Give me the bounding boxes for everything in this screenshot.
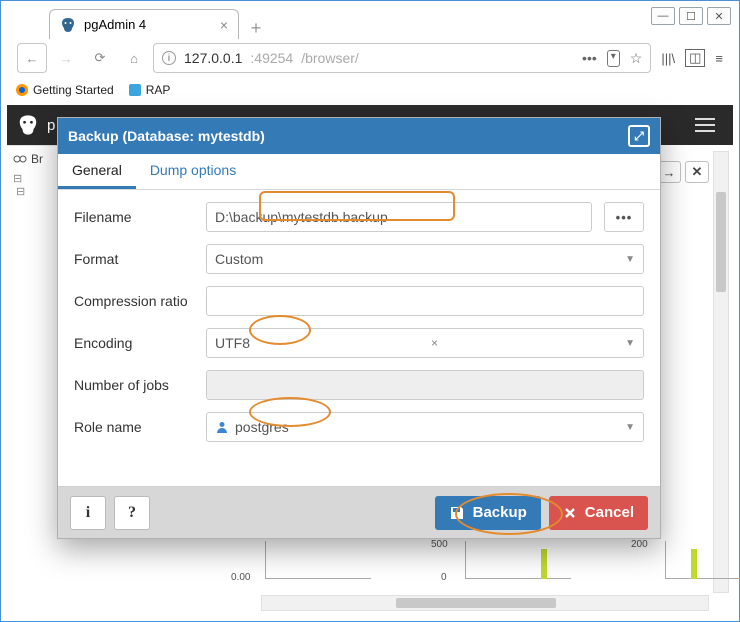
reader-mode-icon[interactable]: ▾ (607, 50, 620, 67)
clear-encoding-icon[interactable]: × (431, 336, 444, 350)
format-select[interactable]: Custom ▼ (206, 244, 644, 274)
bookmark-label: Getting Started (33, 83, 114, 97)
chevron-down-icon: ▼ (625, 254, 635, 265)
user-icon (215, 420, 229, 434)
rap-icon (128, 83, 142, 97)
pgadmin-title-clip: p (47, 117, 55, 134)
browser-panel-title: Br (31, 152, 43, 166)
bookmark-star-icon[interactable]: ☆ (630, 50, 643, 67)
home-button[interactable]: ⌂ (119, 43, 149, 73)
browser-tab-title: pgAdmin 4 (84, 17, 146, 32)
cancel-button[interactable]: Cancel (549, 496, 648, 530)
sidebar-icon[interactable]: ◫ (685, 49, 705, 67)
close-tab-icon[interactable]: × (220, 17, 228, 33)
bookmark-rap[interactable]: RAP (128, 83, 171, 97)
filename-value: D:\backup\mytestdb.backup (215, 209, 388, 225)
app-menu-icon[interactable]: ≡ (715, 51, 723, 66)
vertical-scrollbar[interactable] (713, 151, 729, 593)
backup-dialog: Backup (Database: mytestdb) ⤢ General Du… (57, 117, 661, 539)
firefox-icon (15, 83, 29, 97)
horizontal-scrollbar[interactable] (261, 595, 709, 611)
dashboard-charts: 0.00 500 0 200 (231, 541, 689, 591)
browse-file-button[interactable]: ••• (604, 202, 644, 232)
url-port: :49254 (250, 50, 293, 66)
new-tab-button[interactable]: + (243, 17, 269, 39)
format-value: Custom (215, 251, 263, 267)
pgadmin-logo-icon (17, 114, 39, 136)
chart-tick: 0.00 (231, 572, 250, 583)
pgadmin-favicon-icon (60, 17, 76, 33)
chevron-down-icon: ▼ (625, 422, 635, 433)
jobs-input (206, 370, 644, 400)
encoding-value: UTF8 (215, 335, 250, 351)
binoculars-icon (13, 152, 27, 166)
url-more-icon[interactable]: ••• (582, 50, 597, 67)
filename-label: Filename (74, 209, 200, 225)
chart-tick: 0 (441, 572, 447, 583)
chart-tick: 200 (631, 539, 648, 550)
expand-dialog-icon[interactable]: ⤢ (628, 125, 650, 147)
url-path: /browser/ (301, 50, 359, 66)
reload-button[interactable]: ⟳ (85, 43, 115, 73)
help-button[interactable]: ? (114, 496, 150, 530)
bookmark-label: RAP (146, 83, 171, 97)
bookmark-getting-started[interactable]: Getting Started (15, 83, 114, 97)
backup-button-label: Backup (473, 504, 527, 521)
jobs-label: Number of jobs (74, 377, 200, 393)
tab-dump-options[interactable]: Dump options (136, 154, 250, 189)
role-select[interactable]: postgres ▼ (206, 412, 644, 442)
encoding-label: Encoding (74, 335, 200, 351)
address-bar[interactable]: i 127.0.0.1 :49254/browser/ ••• ▾ ☆ (153, 43, 651, 73)
browser-tab-active[interactable]: pgAdmin 4 × (49, 9, 239, 39)
cancel-button-label: Cancel (585, 504, 634, 521)
filename-input[interactable]: D:\backup\mytestdb.backup (206, 202, 592, 232)
role-value: postgres (235, 419, 289, 435)
tab-general[interactable]: General (58, 154, 136, 189)
window-maximize[interactable]: ☐ (679, 7, 703, 25)
chevron-down-icon: ▼ (625, 338, 635, 349)
nav-forward-button: → (51, 43, 81, 73)
nav-back-button[interactable]: ← (17, 43, 47, 73)
format-label: Format (74, 251, 200, 267)
dialog-title: Backup (Database: mytestdb) (68, 128, 265, 144)
close-icon (563, 506, 577, 520)
role-label: Role name (74, 419, 200, 435)
encoding-select[interactable]: UTF8 × ▼ (206, 328, 644, 358)
compression-label: Compression ratio (74, 293, 200, 309)
save-icon (449, 505, 465, 521)
library-icon[interactable]: |||\ (661, 51, 675, 66)
backup-button[interactable]: Backup (435, 496, 541, 530)
chart-tick: 500 (431, 539, 448, 550)
compression-input[interactable] (206, 286, 644, 316)
info-button[interactable]: i (70, 496, 106, 530)
object-browser-panel: Br ⊟ ⊟ (7, 145, 57, 545)
window-minimize[interactable]: — (651, 7, 675, 25)
dashboard-close-button[interactable]: ✕ (685, 161, 709, 183)
site-info-icon[interactable]: i (162, 51, 176, 65)
pgadmin-menu-icon[interactable] (687, 111, 723, 139)
url-host: 127.0.0.1 (184, 50, 242, 66)
window-close[interactable]: ✕ (707, 7, 731, 25)
